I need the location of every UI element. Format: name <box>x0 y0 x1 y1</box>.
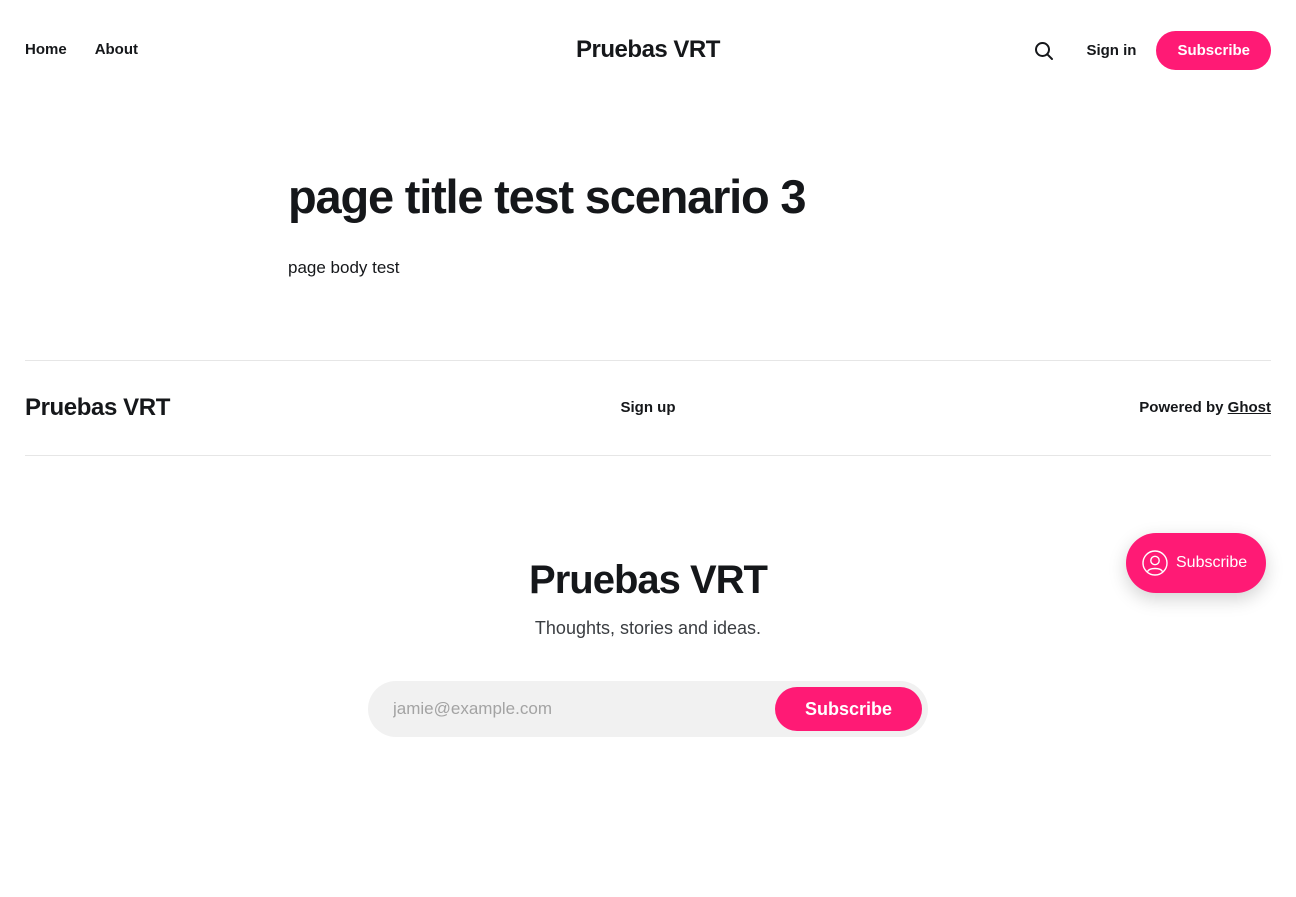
site-header: Home About Pruebas VRT Sign in Subscribe <box>0 0 1296 100</box>
header-subscribe-button[interactable]: Subscribe <box>1156 31 1271 70</box>
search-icon <box>1035 41 1054 60</box>
site-footer: Pruebas VRT Sign up Powered by Ghost <box>25 360 1271 456</box>
form-subscribe-button[interactable]: Subscribe <box>775 687 922 731</box>
powered-by-prefix: Powered by <box>1139 399 1224 416</box>
powered-by: Powered by Ghost <box>1139 398 1271 418</box>
subscribe-cta: Pruebas VRT Thoughts, stories and ideas. <box>0 555 1296 640</box>
header-actions: Sign in Subscribe <box>1032 31 1271 70</box>
portal-label: Subscribe <box>1176 554 1248 571</box>
page-article: page title test scenario 3 page body tes… <box>288 168 1008 281</box>
signin-link[interactable]: Sign in <box>1086 42 1136 59</box>
footer-nav: Sign up <box>25 398 1271 418</box>
search-button[interactable] <box>1032 39 1056 63</box>
subscribe-form: Subscribe <box>368 681 928 737</box>
cta-description: Thoughts, stories and ideas. <box>534 618 762 638</box>
page-title: page title test scenario 3 <box>288 170 807 223</box>
ghost-link[interactable]: Ghost <box>1228 399 1271 416</box>
user-circle-icon <box>1142 550 1168 576</box>
cta-title: Pruebas VRT <box>529 558 768 602</box>
page-body: page body test <box>288 258 400 277</box>
portal-subscribe-button[interactable]: Subscribe <box>1126 533 1266 593</box>
footer-signup-link[interactable]: Sign up <box>621 399 676 416</box>
email-input[interactable] <box>393 681 763 737</box>
